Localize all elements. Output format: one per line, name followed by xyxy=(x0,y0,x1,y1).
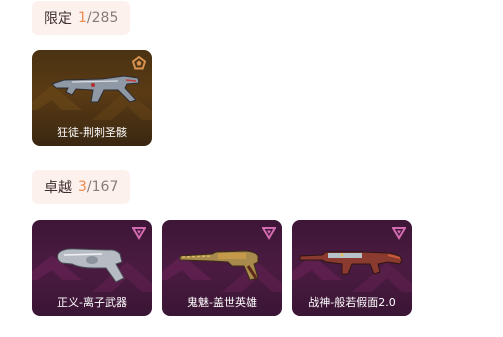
skin-name: 鬼魅-盖世英雄 xyxy=(187,296,257,309)
skin-card[interactable]: 鬼魅-盖世英雄 xyxy=(162,220,282,316)
section-header-premium: 卓越 3 /167 xyxy=(32,170,131,204)
section-header-limited: 限定 1 /285 xyxy=(32,1,131,35)
ares-rifle-icon xyxy=(299,251,403,275)
owned-count: 3 xyxy=(78,179,87,195)
skin-card[interactable]: 狂徒-荆刺圣骸 xyxy=(32,50,152,146)
skin-name: 战神-般若假面2.0 xyxy=(308,296,396,309)
skin-card[interactable]: 正义-离子武器 xyxy=(32,220,152,316)
triangle-down-icon xyxy=(262,227,276,240)
ghost-pistol-icon xyxy=(179,250,259,281)
vandal-rifle-icon xyxy=(51,75,140,103)
total-count: /167 xyxy=(86,179,119,195)
skin-name: 狂徒-荆刺圣骸 xyxy=(57,126,127,139)
triangle-down-icon xyxy=(392,227,406,240)
triangle-down-icon xyxy=(132,227,146,240)
owned-count: 1 xyxy=(78,10,87,26)
pentagon-emblem-icon xyxy=(132,56,146,70)
sheriff-pistol-icon xyxy=(57,248,125,283)
section-title: 限定 xyxy=(44,11,72,27)
section-title: 卓越 xyxy=(44,180,72,196)
skin-name: 正义-离子武器 xyxy=(57,296,127,309)
skin-card[interactable]: 战神-般若假面2.0 xyxy=(292,220,412,316)
total-count: /285 xyxy=(86,10,119,26)
